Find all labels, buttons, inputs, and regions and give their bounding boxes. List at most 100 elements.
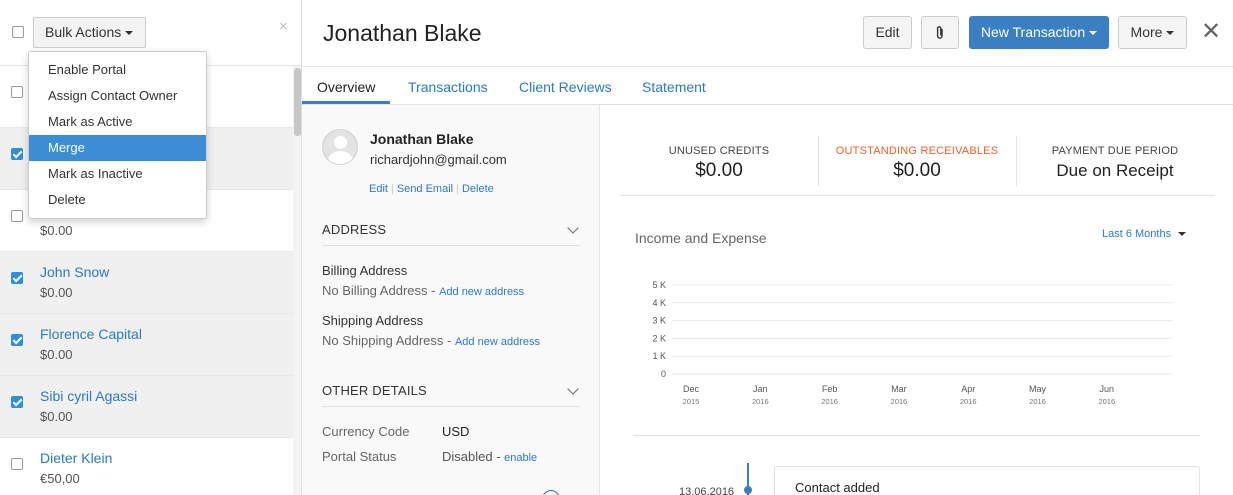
avatar-body bbox=[328, 151, 353, 164]
timeline-card: Contact added bbox=[774, 466, 1200, 495]
avatar bbox=[322, 129, 358, 165]
x-tick-label: May bbox=[1029, 384, 1047, 394]
chevron-down-icon[interactable] bbox=[567, 222, 579, 234]
edit-button[interactable]: Edit bbox=[863, 16, 912, 49]
delete-link[interactable]: Delete bbox=[462, 183, 494, 195]
y-tick-label: 1 K bbox=[652, 351, 666, 361]
tab-bar: Overview Transactions Client Reviews Sta… bbox=[302, 66, 1233, 105]
portal-status-label: Portal Status bbox=[322, 449, 397, 464]
billing-address-label: Billing Address bbox=[322, 263, 408, 278]
stat-value: Due on Receipt bbox=[1056, 161, 1174, 180]
close-icon[interactable]: × bbox=[279, 18, 288, 35]
contact-name[interactable]: Sibi cyril Agassi bbox=[40, 388, 137, 404]
scrollbar-thumb[interactable] bbox=[294, 68, 301, 136]
x-tick-label: Apr bbox=[961, 384, 975, 394]
select-all-checkbox[interactable] bbox=[12, 26, 24, 38]
info-icon[interactable] bbox=[542, 490, 560, 495]
stat-label: UNUSED CREDITS bbox=[668, 145, 770, 157]
x-tick-year-label: 2016 bbox=[752, 397, 769, 406]
menu-item-mark-as-inactive[interactable]: Mark as Inactive bbox=[29, 161, 206, 187]
contact-email: richardjohn@gmail.com bbox=[370, 152, 507, 167]
row-checkbox[interactable] bbox=[11, 396, 23, 408]
contact-detail-panel: Jonathan Blake Edit New Transaction More… bbox=[302, 0, 1233, 495]
unused-credits-stat: UNUSED CREDITS $0.00 bbox=[620, 136, 818, 186]
menu-item-mark-as-active[interactable]: Mark as Active bbox=[29, 109, 206, 135]
x-tick-label: Jan bbox=[753, 384, 768, 394]
x-tick-label: Feb bbox=[822, 384, 838, 394]
paperclip-icon bbox=[936, 26, 943, 40]
contact-name[interactable]: Florence Capital bbox=[40, 326, 142, 342]
menu-item-merge[interactable]: Merge bbox=[29, 135, 206, 161]
enable-portal-link[interactable]: enable bbox=[504, 452, 537, 464]
menu-item-enable-portal[interactable]: Enable Portal bbox=[29, 57, 206, 83]
portal-status-value: Disabled - enable bbox=[442, 449, 538, 464]
x-tick-label: Jun bbox=[1100, 384, 1115, 394]
address-heading[interactable]: ADDRESS bbox=[322, 222, 386, 237]
contact-name[interactable]: Dieter Klein bbox=[40, 450, 112, 466]
attach-button[interactable] bbox=[921, 16, 959, 49]
avatar-head bbox=[334, 136, 347, 149]
y-tick-label: 0 bbox=[661, 369, 666, 379]
profile-column: Jonathan Blake richardjohn@gmail.com Edi… bbox=[302, 105, 600, 495]
contact-amount: $0.00 bbox=[40, 285, 73, 300]
other-details-heading[interactable]: OTHER DETAILS bbox=[322, 383, 427, 398]
summary-stats: UNUSED CREDITS $0.00 OUTSTANDING RECEIVA… bbox=[620, 136, 1215, 196]
list-item[interactable]: John Snow $0.00 bbox=[0, 252, 293, 314]
currency-code-label: Currency Code bbox=[322, 424, 410, 439]
menu-item-assign-contact-owner[interactable]: Assign Contact Owner bbox=[29, 83, 206, 109]
x-tick-year-label: 2016 bbox=[1098, 397, 1115, 406]
add-billing-address-link[interactable]: Add new address bbox=[439, 286, 524, 298]
send-email-link[interactable]: Send Email bbox=[397, 183, 453, 195]
page-title: Jonathan Blake bbox=[323, 20, 482, 46]
timeline-event: Contact added bbox=[795, 480, 880, 495]
contact-name[interactable]: John Snow bbox=[40, 264, 109, 280]
currency-code-value: USD bbox=[442, 424, 470, 439]
new-transaction-label: New Transaction bbox=[980, 24, 1086, 40]
contact-amount: $0.00 bbox=[40, 347, 73, 362]
tab-statement[interactable]: Statement bbox=[642, 79, 706, 95]
row-checkbox[interactable] bbox=[11, 334, 23, 346]
more-button[interactable]: More bbox=[1118, 16, 1187, 49]
divider bbox=[633, 435, 1200, 436]
row-checkbox[interactable] bbox=[11, 210, 23, 222]
new-transaction-button[interactable]: New Transaction bbox=[969, 16, 1109, 49]
list-item[interactable]: Sibi cyril Agassi $0.00 bbox=[0, 376, 293, 438]
x-tick-year-label: 2016 bbox=[1029, 397, 1046, 406]
chevron-down-icon[interactable] bbox=[567, 383, 579, 395]
y-tick-label: 5 K bbox=[652, 280, 666, 290]
shipping-address-label: Shipping Address bbox=[322, 313, 424, 328]
x-tick-year-label: 2016 bbox=[960, 397, 977, 406]
chart-title: Income and Expense bbox=[635, 230, 767, 246]
tab-client-reviews[interactable]: Client Reviews bbox=[519, 79, 612, 95]
contact-amount: $0.00 bbox=[40, 223, 73, 238]
caret-down-icon bbox=[125, 31, 134, 36]
x-tick-label: Mar bbox=[891, 384, 907, 394]
row-checkbox[interactable] bbox=[11, 86, 23, 98]
bulk-actions-button[interactable]: Bulk Actions bbox=[33, 17, 146, 48]
chart-range-dropdown[interactable]: Last 6 Months bbox=[1102, 228, 1187, 240]
timeline-date: 13.06.2016 bbox=[679, 486, 735, 495]
stat-value: $0.00 bbox=[893, 160, 941, 181]
bulk-actions-menu: Enable Portal Assign Contact Owner Mark as… bbox=[28, 51, 207, 219]
chart-range-label: Last 6 Months bbox=[1102, 228, 1172, 240]
stat-label: OUTSTANDING RECEIVABLES bbox=[835, 145, 999, 157]
active-tab-indicator bbox=[302, 101, 390, 104]
list-item[interactable]: Florence Capital $0.00 bbox=[0, 314, 293, 376]
edit-link[interactable]: Edit bbox=[369, 183, 388, 195]
caret-down-icon bbox=[1178, 232, 1187, 237]
row-checkbox[interactable] bbox=[11, 148, 23, 160]
caret-down-icon bbox=[1166, 31, 1175, 36]
close-icon[interactable]: ✕ bbox=[1201, 20, 1221, 44]
stat-label: PAYMENT DUE PERIOD bbox=[1051, 145, 1179, 157]
list-item[interactable]: Dieter Klein €50,00 bbox=[0, 438, 293, 495]
add-shipping-address-link[interactable]: Add new address bbox=[455, 336, 540, 348]
row-checkbox[interactable] bbox=[11, 272, 23, 284]
tab-overview[interactable]: Overview bbox=[317, 79, 375, 95]
x-tick-year-label: 2015 bbox=[683, 397, 700, 406]
caret-down-icon bbox=[1089, 31, 1098, 36]
divider bbox=[322, 406, 580, 407]
menu-item-delete[interactable]: Delete bbox=[29, 187, 206, 213]
tab-transactions[interactable]: Transactions bbox=[408, 79, 488, 95]
row-checkbox[interactable] bbox=[11, 458, 23, 470]
billing-address-value: No Billing Address - Add new address bbox=[322, 283, 525, 298]
